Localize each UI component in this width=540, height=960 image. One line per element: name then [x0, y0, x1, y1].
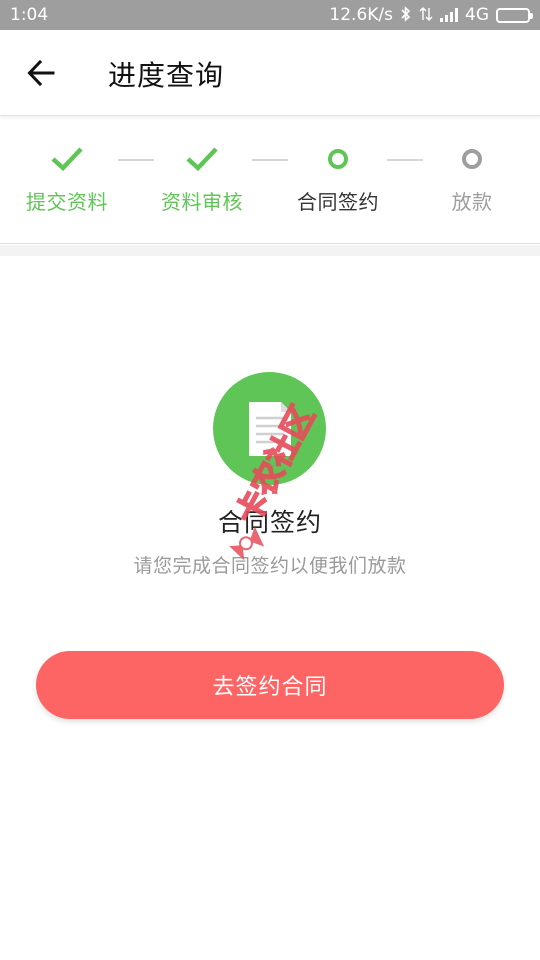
page-title: 进度查询 [108, 59, 225, 92]
step-submit-documents: 提交资料 [12, 126, 122, 215]
step-loan-release: 放款 [417, 126, 527, 215]
step-label: 放款 [451, 190, 493, 214]
check-icon [186, 147, 218, 172]
step-label: 提交资料 [26, 190, 108, 214]
status-time: 1:04 [10, 5, 49, 25]
arrow-left-icon [27, 60, 55, 86]
ring-icon [462, 149, 482, 169]
progress-steps: 提交资料 资料审核 合同签约 放款 [0, 126, 540, 244]
signal-icon [440, 8, 458, 22]
step-label: 资料审核 [161, 190, 243, 214]
step-document-review: 资料审核 [147, 126, 257, 215]
ring-icon [328, 149, 348, 169]
content-title: 合同签约 [217, 508, 322, 537]
battery-icon [496, 7, 533, 23]
step-contract-signing: 合同签约 [283, 126, 393, 215]
network-speed: 12.6K/s [329, 5, 393, 25]
document-icon [248, 401, 291, 456]
back-button[interactable] [18, 52, 64, 94]
bluetooth-icon [400, 5, 412, 25]
check-icon [51, 147, 83, 172]
title-bar: 进度查询 [0, 30, 540, 116]
status-icons: 12.6K/s 4G [329, 5, 533, 25]
section-divider [0, 245, 540, 256]
network-type: 4G [465, 5, 489, 25]
status-bar: 1:04 12.6K/s 4G [0, 0, 540, 30]
sign-contract-button[interactable]: 去签约合同 [36, 651, 504, 719]
sync-icon [419, 6, 433, 25]
contract-status-icon [213, 372, 326, 485]
step-label: 合同签约 [297, 190, 379, 214]
content-description: 请您完成合同签约以便我们放款 [133, 555, 407, 577]
